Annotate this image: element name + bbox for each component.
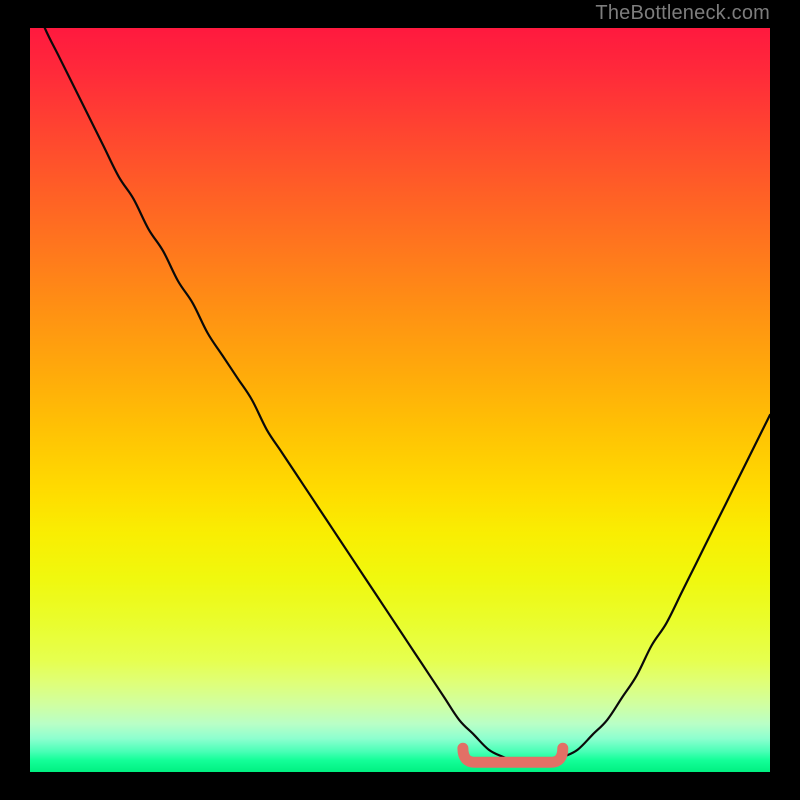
watermark-text: TheBottleneck.com bbox=[595, 2, 770, 25]
plot-area bbox=[30, 28, 770, 772]
bottleneck-curve bbox=[30, 28, 770, 772]
chart-frame: TheBottleneck.com bbox=[0, 0, 800, 800]
curve-path bbox=[30, 28, 770, 765]
valley-marker bbox=[463, 748, 563, 762]
